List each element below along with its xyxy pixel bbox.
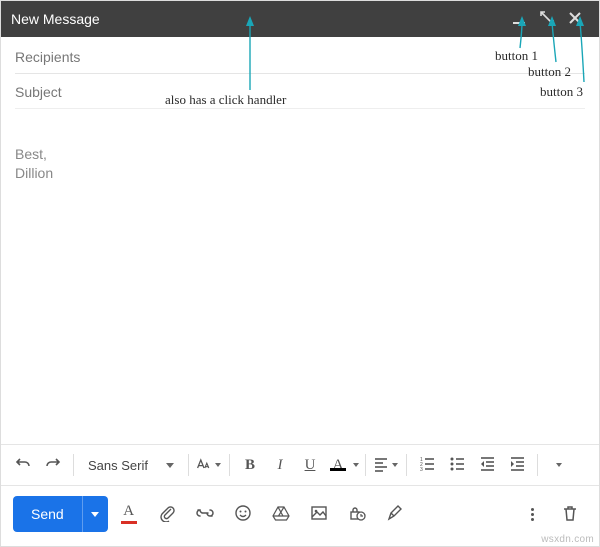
emoji-icon [234, 504, 252, 525]
compose-bottom-bar: Send A [1, 486, 599, 546]
toolbar-separator [188, 454, 189, 476]
bulleted-list-button[interactable] [443, 451, 471, 479]
outdent-icon [479, 456, 495, 475]
more-formatting-button[interactable] [544, 451, 572, 479]
recipients-field[interactable]: Recipients [15, 39, 585, 74]
toolbar-separator [73, 454, 74, 476]
link-icon [196, 504, 214, 525]
toggle-format-button[interactable]: A [112, 497, 146, 531]
format-toolbar: Sans Serif B I U A 123 [1, 444, 599, 486]
redo-icon [45, 456, 61, 475]
numbered-list-button[interactable]: 123 [413, 451, 441, 479]
trash-icon [561, 504, 579, 525]
lock-clock-icon [348, 504, 366, 525]
close-button[interactable] [561, 5, 589, 33]
underline-button[interactable]: U [296, 451, 324, 479]
close-icon [568, 11, 582, 28]
signature-line: Best, [15, 145, 585, 164]
minimize-icon [512, 11, 526, 28]
paperclip-icon [158, 504, 176, 525]
insert-photo-button[interactable] [302, 497, 336, 531]
indent-button[interactable] [503, 451, 531, 479]
insert-emoji-button[interactable] [226, 497, 260, 531]
toolbar-separator [406, 454, 407, 476]
compose-window: New Message Re [0, 0, 600, 547]
compose-body[interactable]: Best, Dillion [1, 109, 599, 444]
confidential-mode-button[interactable] [340, 497, 374, 531]
toolbar-separator [229, 454, 230, 476]
font-size-icon [196, 456, 212, 475]
outdent-button[interactable] [473, 451, 501, 479]
redo-button[interactable] [39, 451, 67, 479]
compose-title: New Message [11, 11, 505, 27]
font-size-button[interactable] [195, 451, 223, 479]
fullscreen-button[interactable] [533, 5, 561, 33]
insert-drive-button[interactable] [264, 497, 298, 531]
font-family-label: Sans Serif [88, 458, 148, 473]
align-left-icon [373, 456, 389, 475]
indent-icon [509, 456, 525, 475]
watermark: wsxdn.com [541, 534, 594, 545]
compose-fields: Recipients Subject [1, 37, 599, 109]
send-button[interactable]: Send [13, 496, 82, 532]
undo-button[interactable] [9, 451, 37, 479]
align-button[interactable] [372, 451, 400, 479]
discard-draft-button[interactable] [553, 497, 587, 531]
send-group: Send [13, 496, 108, 532]
bulleted-list-icon [449, 456, 465, 475]
expand-icon [540, 11, 554, 28]
minimize-button[interactable] [505, 5, 533, 33]
numbered-list-icon: 123 [419, 456, 435, 475]
svg-text:3: 3 [420, 467, 423, 472]
image-icon [310, 504, 328, 525]
pen-icon [386, 504, 404, 525]
signature-line: Dillion [15, 164, 585, 183]
toolbar-separator [365, 454, 366, 476]
insert-signature-button[interactable] [378, 497, 412, 531]
compose-header[interactable]: New Message [1, 1, 599, 37]
more-vertical-icon [531, 508, 534, 521]
attach-file-button[interactable] [150, 497, 184, 531]
text-color-icon: A [326, 457, 350, 474]
subject-field[interactable]: Subject [15, 74, 585, 109]
italic-button[interactable]: I [266, 451, 294, 479]
send-options-button[interactable] [82, 496, 108, 532]
undo-icon [15, 456, 31, 475]
format-icon: A [115, 504, 143, 524]
bold-button[interactable]: B [236, 451, 264, 479]
insert-link-button[interactable] [188, 497, 222, 531]
font-family-select[interactable]: Sans Serif [80, 451, 182, 479]
more-options-button[interactable] [515, 497, 549, 531]
toolbar-separator [537, 454, 538, 476]
drive-icon [272, 504, 290, 525]
text-color-button[interactable]: A [326, 451, 359, 479]
